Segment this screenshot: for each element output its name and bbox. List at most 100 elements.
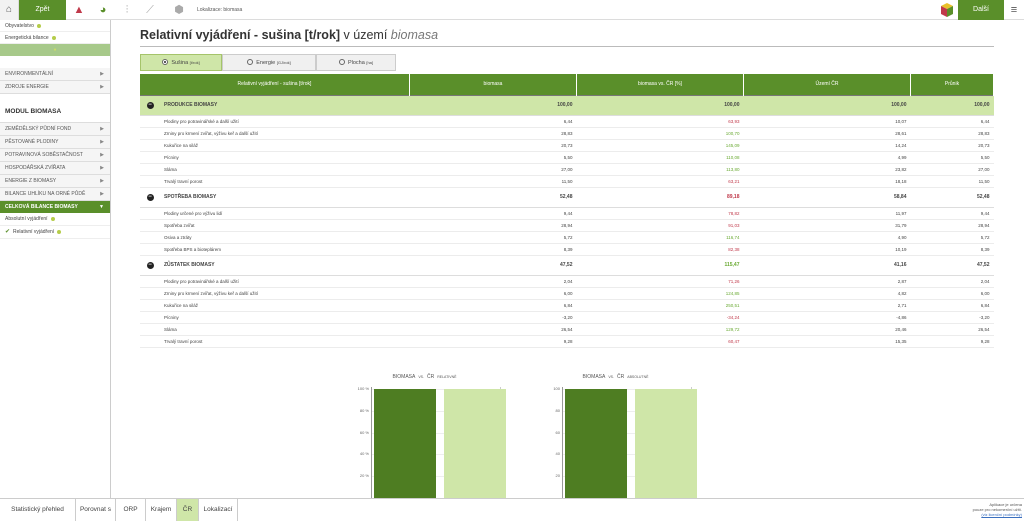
sidebar-subitem-relativni[interactable]: ✔ Relativní vyjádření: [0, 226, 110, 239]
group-name: SPOTŘEBA BIOMASY: [160, 186, 410, 208]
chart-tick-label: 100 %: [357, 386, 369, 391]
chart-title-c: RELATIVNĚ: [437, 375, 457, 379]
row-value: 9,44: [409, 207, 577, 220]
sidebar-item-hospodarska-zvirata[interactable]: HOSPODÁŘSKÁ ZVÍŘATA ▶: [0, 161, 110, 174]
row-value: 26,54: [409, 323, 577, 336]
chart-title-c: ABSOLUTNĚ: [627, 375, 649, 379]
row-value: 110,08: [576, 151, 744, 164]
row-value: 5,72: [409, 231, 577, 244]
chart-tick-label: 100: [553, 386, 560, 391]
sidebar-item-label: ZEMĚDĚLSKÝ PŮDNÍ FOND: [5, 126, 72, 132]
table-row: Plodiny pro potravinářské a další užití 6…: [140, 115, 994, 128]
tab-unit: [ha]: [366, 60, 374, 65]
chevron-right-icon: ▶: [100, 71, 104, 77]
tab-plocha[interactable]: Plocha [ha]: [316, 54, 396, 71]
collapse-cell[interactable]: −: [140, 254, 160, 276]
row-value: 4,99: [743, 151, 911, 164]
hamburger-menu-icon[interactable]: ≡: [1004, 0, 1024, 20]
chart-title: BIOMASA VS. ČR RELATIVNĚ: [351, 374, 501, 380]
sidebar-item-potravinova-sobestacnost[interactable]: POTRAVINOVÁ SOBĚSTAČNOST ▶: [0, 148, 110, 161]
row-value: 9,28: [409, 335, 577, 348]
license-link[interactable]: (viz licenční podmínky): [981, 512, 1022, 517]
sliders-icon[interactable]: ⫶: [120, 3, 134, 17]
tab-energie[interactable]: Energie [GJ/rok]: [222, 54, 316, 71]
tab-susina[interactable]: Sušina [t/rok]: [140, 54, 222, 71]
table-group-row[interactable]: − SPOTŘEBA BIOMASY 52,48 89,18 58,84 52,48: [140, 186, 994, 208]
table-row: Kukuřice na siláž 20,73 145,09 14,24 20,73: [140, 139, 994, 152]
module-title: MODUL BIOMASA: [5, 108, 62, 115]
group-value: 52,48: [409, 186, 577, 208]
sidebar-subitem-absolutni[interactable]: Absolutní vyjádření: [0, 213, 110, 226]
collapse-minus-icon[interactable]: −: [146, 261, 154, 269]
sidebar-item-zpf[interactable]: ZEMĚDĚLSKÝ PŮDNÍ FOND ▶: [0, 122, 110, 135]
row-label: Osiva a ztráty: [140, 231, 410, 244]
map-marker-icon[interactable]: ▲: [72, 3, 86, 17]
tab-unit: [GJ/rok]: [276, 60, 291, 65]
sidebar-item-obyvatelstvo[interactable]: Obyvatelstvo: [0, 20, 110, 32]
sidebar: Obyvatelstvo Energetická bilance ● ENVIR…: [0, 20, 111, 498]
table-row: Pícniny -3,20 -34,24 -4,86 -3,20: [140, 311, 994, 324]
row-value: 145,09: [576, 139, 744, 152]
group-value: 41,16: [743, 254, 911, 276]
statistical-overview-button[interactable]: Statistický přehled: [0, 499, 76, 521]
radio-icon: [162, 58, 169, 65]
line-chart-icon[interactable]: ⟋: [143, 3, 157, 17]
radio-icon: [247, 58, 254, 65]
table-group-row[interactable]: − PRODUKCE BIOMASY 100,00 100,00 100,00 100,0…: [140, 94, 994, 116]
collapse-minus-icon[interactable]: −: [146, 101, 154, 109]
table-row: Trvalý travní porost 11,50 63,21 18,18 11,50: [140, 175, 994, 188]
row-value: 28,61: [743, 127, 911, 140]
sidebar-expand-bar[interactable]: ●: [0, 44, 110, 56]
row-value: 6,84: [409, 299, 577, 312]
compare-orp-button[interactable]: ORP: [116, 499, 146, 521]
row-label: Plodiny pro potravinářské a další užití: [140, 275, 410, 288]
sidebar-item-label: Obyvatelstvo: [5, 23, 34, 29]
back-button[interactable]: Zpět: [19, 0, 66, 20]
row-value: 18,18: [743, 175, 911, 188]
collapse-cell[interactable]: −: [140, 94, 160, 116]
collapse-cell[interactable]: −: [140, 186, 160, 208]
row-value: 27,00: [409, 163, 577, 176]
home-icon[interactable]: ⌂: [0, 0, 19, 20]
sidebar-item-energeticka-bilance[interactable]: Energetická bilance: [0, 32, 110, 44]
group-value: 100,00: [910, 94, 994, 116]
cube-icon[interactable]: ⬢: [172, 3, 186, 17]
sidebar-section-environmentalni[interactable]: ENVIRONMENTÁLNÍ ▶: [0, 68, 110, 81]
table-group-row[interactable]: − ZŮSTATEK BIOMASY 47,52 115,47 41,16 47,52: [140, 254, 994, 276]
sidebar-item-pestovane-plodiny[interactable]: PĚSTOVANÉ PLODINY ▶: [0, 135, 110, 148]
sidebar-item-energie-z-biomasy[interactable]: ENERGIE Z BIOMASY ▶: [0, 174, 110, 187]
group-value: 52,48: [910, 186, 994, 208]
license-note: Aplikace je určena pouze pro nekomerční u…: [942, 502, 1022, 517]
row-value: 63,21: [576, 175, 744, 188]
cube-color-icon[interactable]: [940, 2, 954, 18]
row-label: Sláma: [140, 163, 410, 176]
pie-chart-icon[interactable]: ◕: [96, 3, 110, 17]
collapse-minus-icon[interactable]: −: [146, 193, 154, 201]
compare-cr-button[interactable]: ČR: [177, 499, 199, 521]
next-button[interactable]: Další: [958, 0, 1004, 20]
table-row: Kukuřice na siláž 6,84 250,51 2,71 6,84: [140, 299, 994, 312]
row-value: 2,04: [910, 275, 994, 288]
sidebar-item-bilance-uhliku[interactable]: BILANCE UHLÍKU NA ORNÉ PŮDĚ ▶: [0, 187, 110, 200]
compare-kraj-button[interactable]: Krajem: [146, 499, 177, 521]
column-header: Průnik: [910, 74, 994, 95]
title-divider: [140, 46, 994, 47]
compare-lokalizace-button[interactable]: Lokalizací: [199, 499, 238, 521]
row-value: 5,50: [409, 151, 577, 164]
sidebar-item-celkova-bilance[interactable]: CELKOVÁ BILANCE BIOMASY ▼: [0, 200, 110, 213]
row-label: Plodiny pro potravinářské a další užití: [140, 115, 410, 128]
row-value: 6,00: [409, 287, 577, 300]
tab-label: Sušina: [171, 60, 189, 66]
row-label: Kukuřice na siláž: [140, 299, 410, 312]
row-label: Spotřeba BPS a bioteplárem: [140, 243, 410, 256]
row-label: Zrniny pro krmení zvířat, výživu keř a d…: [140, 287, 410, 300]
column-header: Území ČR: [743, 74, 911, 95]
row-value: 2,71: [743, 299, 911, 312]
chart-absolutne: BIOMASA VS. ČR ABSOLUTNĚ 100 80 60 40 20: [542, 374, 697, 498]
chart-tick-label: 60: [555, 429, 560, 435]
row-value: 63,93: [576, 115, 744, 128]
chart-tick-label: 20: [555, 473, 560, 479]
sidebar-section-zdroje-energie[interactable]: ZDROJE ENERGIE ▶: [0, 81, 110, 94]
row-value: 23,82: [743, 163, 911, 176]
row-value: 124,85: [576, 287, 744, 300]
